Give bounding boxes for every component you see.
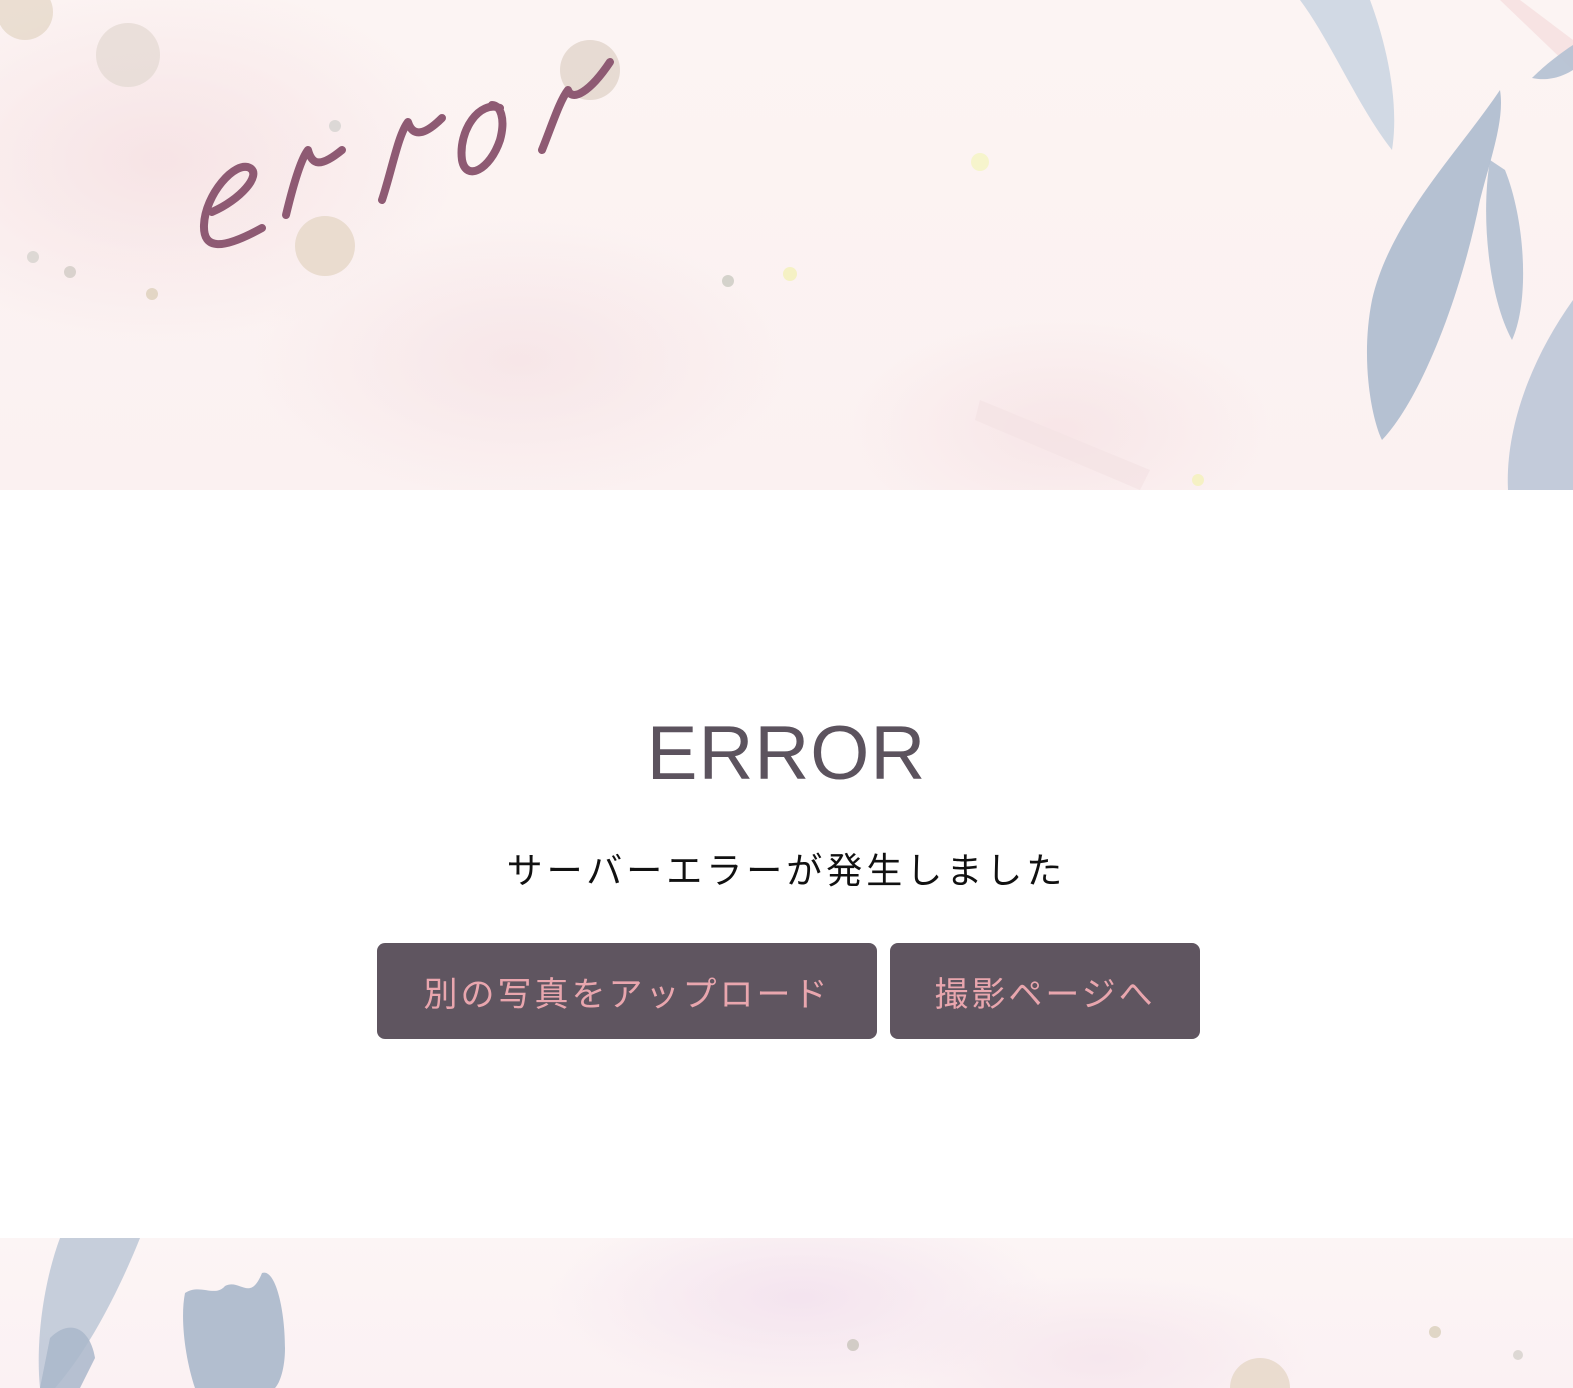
error-page: ERROR サーバーエラーが発生しました 別の写真をアップロード 撮影ページへ bbox=[0, 0, 1573, 1388]
top-banner-decoration bbox=[0, 0, 1573, 490]
top-banner bbox=[0, 0, 1573, 490]
go-to-camera-page-button[interactable]: 撮影ページへ bbox=[890, 943, 1200, 1039]
error-message: サーバーエラーが発生しました bbox=[506, 851, 1067, 892]
error-title: ERROR bbox=[646, 711, 927, 796]
bottom-banner-decoration bbox=[38, 1238, 1523, 1388]
error-script-logo bbox=[200, 58, 614, 249]
upload-another-photo-button[interactable]: 別の写真をアップロード bbox=[377, 943, 877, 1039]
error-content: ERROR サーバーエラーが発生しました 別の写真をアップロード 撮影ページへ bbox=[0, 490, 1573, 1238]
bottom-banner bbox=[0, 1238, 1573, 1388]
